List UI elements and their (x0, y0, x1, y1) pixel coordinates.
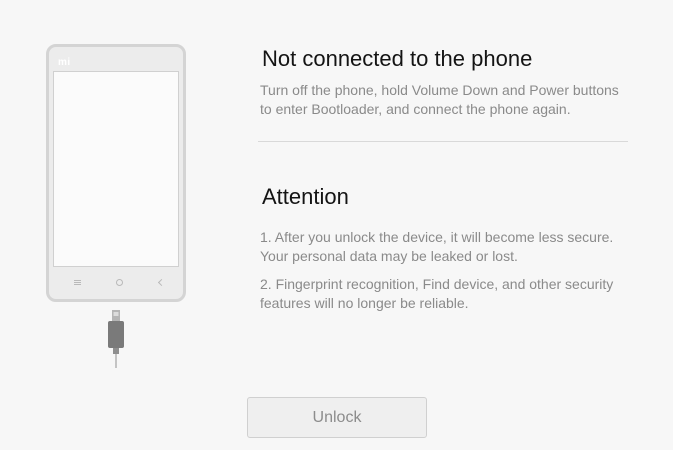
unlock-button[interactable]: Unlock (247, 397, 427, 438)
home-icon (109, 273, 129, 291)
menu-icon (67, 273, 87, 291)
phone-screen (53, 71, 179, 267)
attention-title: Attention (262, 184, 349, 209)
attention-note: 1. After you unlock the device, it will … (260, 229, 614, 264)
connection-status-title: Not connected to the phone (262, 46, 533, 71)
attention-note: 2. Fingerprint recognition, Find device,… (260, 276, 614, 311)
connection-instructions: Turn off the phone, hold Volume Down and… (260, 82, 619, 117)
back-icon (151, 273, 171, 291)
usb-cable-icon (108, 310, 124, 368)
phone-brand-logo: mi (58, 57, 71, 68)
phone-nav-bar (49, 273, 183, 291)
phone-illustration: mi (46, 44, 186, 302)
section-divider (258, 141, 628, 142)
